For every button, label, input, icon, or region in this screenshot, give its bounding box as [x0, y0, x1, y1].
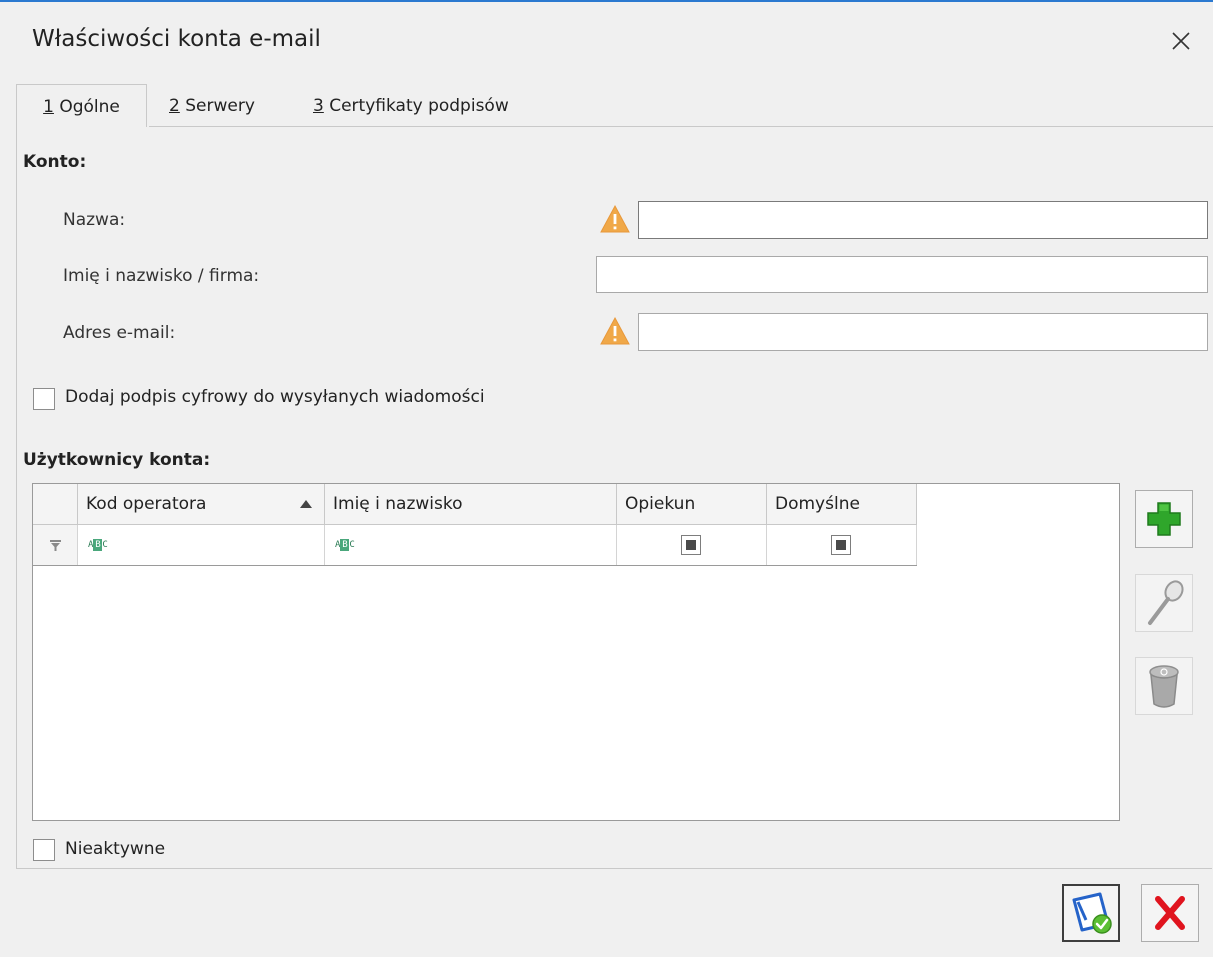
inactive-checkbox[interactable] — [33, 839, 55, 861]
name-input[interactable] — [638, 201, 1208, 239]
text-filter-icon: ABC — [88, 539, 108, 551]
sort-ascending-icon — [300, 500, 312, 508]
digital-signature-checkbox[interactable] — [33, 388, 55, 410]
tab-servers-label: Serwery — [179, 96, 255, 116]
inactive-label: Nieaktywne — [65, 839, 166, 859]
digital-signature-label: Dodaj podpis cyfrowy do wysyłanych wiado… — [65, 387, 485, 407]
grid-row-header — [33, 484, 78, 524]
filter-guardian-checkbox[interactable] — [681, 535, 701, 555]
column-guardian-label: Opiekun — [625, 494, 696, 514]
column-full-name[interactable]: Imię i nazwisko — [325, 484, 617, 524]
window-title: Właściwości konta e-mail — [32, 26, 321, 52]
save-button[interactable] — [1062, 884, 1120, 942]
column-default-label: Domyślne — [775, 494, 860, 514]
tab-certificates[interactable]: 3 Certyfikaty podpisów — [313, 84, 509, 126]
cancel-icon — [1155, 896, 1185, 930]
email-input[interactable] — [638, 313, 1208, 351]
add-icon — [1147, 502, 1181, 536]
fullname-label: Imię i nazwisko / firma: — [63, 266, 260, 286]
tab-general-key: 1 — [43, 97, 54, 117]
users-section-title: Użytkownicy konta: — [23, 450, 211, 470]
filter-full-name[interactable]: ABC — [325, 525, 617, 565]
warning-icon — [600, 204, 630, 233]
close-icon[interactable] — [1166, 26, 1196, 56]
account-section-title: Konto: — [23, 152, 87, 172]
filter-row-header — [33, 525, 78, 565]
tab-general-label: Ogólne — [53, 97, 120, 117]
abc-c: C — [349, 540, 355, 550]
filter-icon[interactable] — [49, 539, 62, 552]
column-default[interactable]: Domyślne — [767, 484, 917, 524]
column-operator-code[interactable]: Kod operatora — [78, 484, 325, 524]
text-filter-icon: ABC — [335, 539, 355, 551]
abc-c: C — [102, 540, 108, 550]
fullname-input[interactable] — [596, 256, 1208, 293]
magnifier-icon — [1148, 580, 1184, 625]
add-user-button[interactable] — [1135, 490, 1193, 548]
column-full-name-label: Imię i nazwisko — [333, 494, 463, 514]
trash-icon — [1149, 665, 1179, 708]
tab-certificates-key: 3 — [313, 96, 324, 116]
tab-servers[interactable]: 2 Serwery — [169, 84, 255, 126]
warning-icon — [600, 316, 630, 345]
name-label: Nazwa: — [63, 210, 126, 230]
grid-header: Kod operatora Imię i nazwisko Opiekun Do… — [33, 484, 917, 525]
tab-certificates-label: Certyfikaty podpisów — [323, 96, 509, 116]
email-label: Adres e-mail: — [63, 323, 176, 343]
filter-default — [767, 525, 917, 565]
filter-operator-code[interactable]: ABC — [78, 525, 325, 565]
filter-guardian — [617, 525, 767, 565]
column-guardian[interactable]: Opiekun — [617, 484, 767, 524]
tab-bar: 1 Ogólne 2 Serwery 3 Certyfikaty podpisó… — [16, 84, 1213, 128]
window-top-border — [0, 0, 1213, 2]
save-icon — [1072, 892, 1112, 934]
tab-servers-key: 2 — [169, 96, 180, 116]
column-operator-code-label: Kod operatora — [86, 494, 207, 514]
delete-user-button[interactable] — [1135, 657, 1193, 715]
users-grid: Kod operatora Imię i nazwisko Opiekun Do… — [32, 483, 1120, 821]
cancel-button[interactable] — [1141, 884, 1199, 942]
grid-filter-row: ABC ABC — [33, 525, 917, 566]
edit-user-button[interactable] — [1135, 574, 1193, 632]
filter-default-checkbox[interactable] — [831, 535, 851, 555]
tab-general[interactable]: 1 Ogólne — [16, 84, 147, 127]
